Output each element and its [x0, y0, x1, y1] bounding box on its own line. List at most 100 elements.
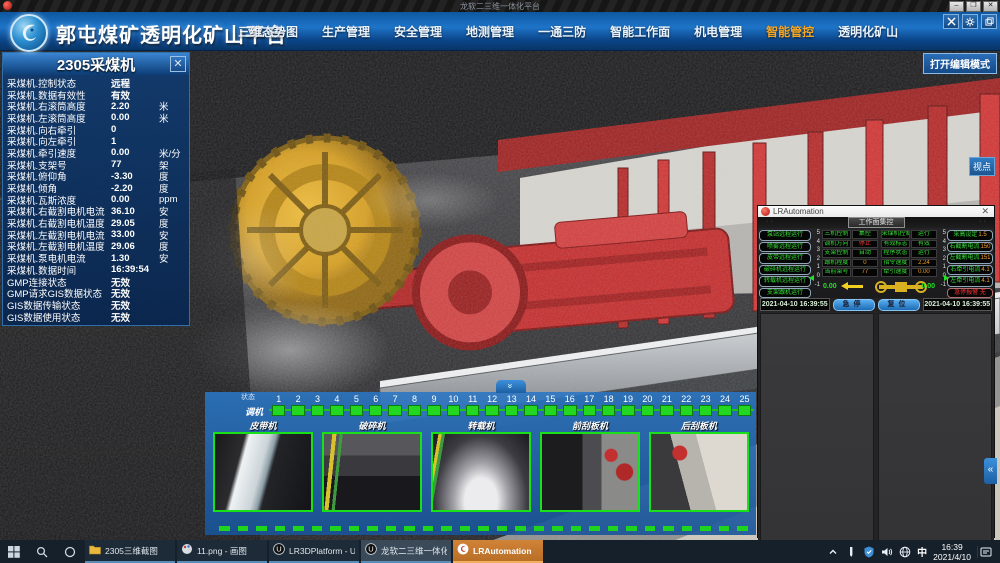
panel-collapse-button[interactable]: «: [984, 458, 997, 484]
support-status-square[interactable]: [544, 405, 557, 416]
tray-pen-icon[interactable]: [845, 545, 857, 559]
support-status-square[interactable]: [291, 405, 304, 416]
status-pill-value: 1.5: [978, 232, 986, 238]
tools-icon[interactable]: [943, 14, 959, 29]
viewpoint-tab[interactable]: 视点: [969, 157, 995, 176]
tray-security-shield-icon[interactable]: [863, 545, 875, 559]
support-status-square[interactable]: [621, 405, 634, 416]
nav-item-生产管理[interactable]: 生产管理: [322, 23, 370, 40]
gear-icon[interactable]: [962, 14, 978, 29]
status-pill[interactable]: 支架跟机运行: [759, 288, 811, 299]
support-status-square[interactable]: [738, 405, 751, 416]
status-pill[interactable]: 喷雾远程运行: [759, 242, 811, 253]
nav-item-安全管理[interactable]: 安全管理: [394, 23, 442, 40]
camera-strip-collapse-tab[interactable]: »: [496, 380, 526, 393]
start-button[interactable]: [0, 540, 28, 563]
resize-icon[interactable]: [981, 14, 997, 29]
camera-thumbnail-前刮板机[interactable]: [540, 432, 640, 512]
open-edit-mode-button[interactable]: 打开编辑模式: [923, 53, 997, 74]
tray-ime-indicator[interactable]: 中: [917, 544, 927, 559]
scale-tick: 1: [943, 264, 946, 270]
scale-tick: 3: [943, 247, 946, 253]
minimize-button[interactable]: –: [949, 1, 964, 12]
lrautomation-close-icon[interactable]: ✕: [981, 206, 991, 217]
nav-item-三维态势图[interactable]: 三维态势图: [238, 23, 298, 40]
scale-tick: 5: [817, 230, 820, 236]
nav-item-智能工作面[interactable]: 智能工作面: [610, 23, 670, 40]
camera-thumbnail-转载机[interactable]: [431, 432, 531, 512]
support-status-square[interactable]: [680, 405, 693, 416]
panel-close-icon[interactable]: ✕: [170, 56, 186, 72]
support-status-square[interactable]: [369, 405, 382, 416]
close-button[interactable]: ✕: [983, 1, 998, 12]
support-status-square[interactable]: [583, 405, 596, 416]
support-status-square[interactable]: [524, 405, 537, 416]
support-status-square[interactable]: [447, 405, 460, 416]
row-unit: 安: [159, 251, 189, 265]
support-status-square[interactable]: [272, 405, 285, 416]
scale-tick: -1: [815, 282, 820, 288]
support-status-square[interactable]: [485, 405, 498, 416]
status-pill[interactable]: 转载机远程运行: [759, 276, 811, 287]
support-status-square[interactable]: [602, 405, 615, 416]
support-number: 11: [463, 394, 482, 404]
nav-item-一通三防[interactable]: 一通三防: [538, 23, 586, 40]
reset-button[interactable]: 复位: [878, 299, 920, 311]
estop-alarm-pill[interactable]: 急停报警 无: [947, 288, 993, 299]
maximize-button[interactable]: ❒: [966, 1, 981, 12]
support-status-square[interactable]: [641, 405, 654, 416]
support-status-square[interactable]: [350, 405, 363, 416]
tray-network-globe-icon[interactable]: [899, 545, 911, 559]
camera-thumbnail-皮带机[interactable]: [213, 432, 313, 512]
support-status-square[interactable]: [311, 405, 324, 416]
status-pill[interactable]: 泵站远程运行: [759, 230, 811, 241]
support-status-square[interactable]: [699, 405, 712, 416]
lrautomation-logo-icon: [761, 207, 770, 216]
emergency-stop-button[interactable]: 急停: [833, 299, 875, 311]
taskbar-item-龙软二三维一体化...[interactable]: U龙软二三维一体化...: [361, 540, 451, 563]
tab-workface-control[interactable]: 工作面集控: [848, 217, 905, 228]
status-dash: [719, 526, 730, 531]
status-pill[interactable]: 左截割电流151: [947, 253, 993, 264]
nav-item-机电管理[interactable]: 机电管理: [694, 23, 742, 40]
support-status-square[interactable]: [466, 405, 479, 416]
support-status-square[interactable]: [408, 405, 421, 416]
status-pill[interactable]: 左牵引电流4.1: [947, 276, 993, 287]
clock-date: 2021/4/10: [933, 552, 971, 562]
status-pill[interactable]: 破碎机远程运行: [759, 265, 811, 276]
status-dash: [256, 526, 267, 531]
row-value: 2.20: [111, 101, 159, 112]
support-status-square[interactable]: [330, 405, 343, 416]
support-status-square[interactable]: [388, 405, 401, 416]
support-status-square[interactable]: [660, 405, 673, 416]
status-dash: [423, 526, 434, 531]
search-icon[interactable]: [28, 540, 56, 563]
support-status-square[interactable]: [427, 405, 440, 416]
nav-item-地测管理[interactable]: 地测管理: [466, 23, 514, 40]
tray-volume-icon[interactable]: [881, 545, 893, 559]
status-pill[interactable]: 皮带远程运行: [759, 253, 811, 264]
yellow-left-arrow-icon: [847, 285, 863, 288]
taskbar-item-2305三维截图[interactable]: 2305三维截图: [85, 540, 175, 563]
status-pill[interactable]: 采高设定1.5: [947, 230, 993, 241]
nav-item-透明化矿山[interactable]: 透明化矿山: [838, 23, 898, 40]
support-status-square[interactable]: [718, 405, 731, 416]
camera-thumbnail-后刮板机[interactable]: [649, 432, 749, 512]
status-pill-value: 4.1: [981, 278, 989, 284]
tray-chevron-up-icon[interactable]: [827, 545, 839, 559]
taskbar-item-11.png - 画图[interactable]: 11.png - 画图: [177, 540, 267, 563]
status-pill[interactable]: 右截割电流150: [947, 242, 993, 253]
taskbar-item-LR3DPlatform - U...[interactable]: ULR3DPlatform - U...: [269, 540, 359, 563]
taskbar-clock[interactable]: 16:39 2021/4/10: [933, 542, 971, 562]
nav-item-智能管控[interactable]: 智能管控: [766, 23, 814, 40]
support-status-square[interactable]: [563, 405, 576, 416]
support-status-square[interactable]: [505, 405, 518, 416]
notification-center-icon[interactable]: [977, 546, 994, 558]
taskbar-item-label: LR3DPlatform - U...: [289, 546, 355, 556]
status-pill[interactable]: 右牵引电流4.1: [947, 265, 993, 276]
camera-thumbnail-破碎机[interactable]: [322, 432, 422, 512]
status-dash: [478, 526, 489, 531]
scale-arrow-icon: [809, 275, 814, 281]
taskbar-item-LRAutomation[interactable]: LRAutomation: [453, 540, 543, 563]
task-view-icon[interactable]: [56, 540, 84, 563]
